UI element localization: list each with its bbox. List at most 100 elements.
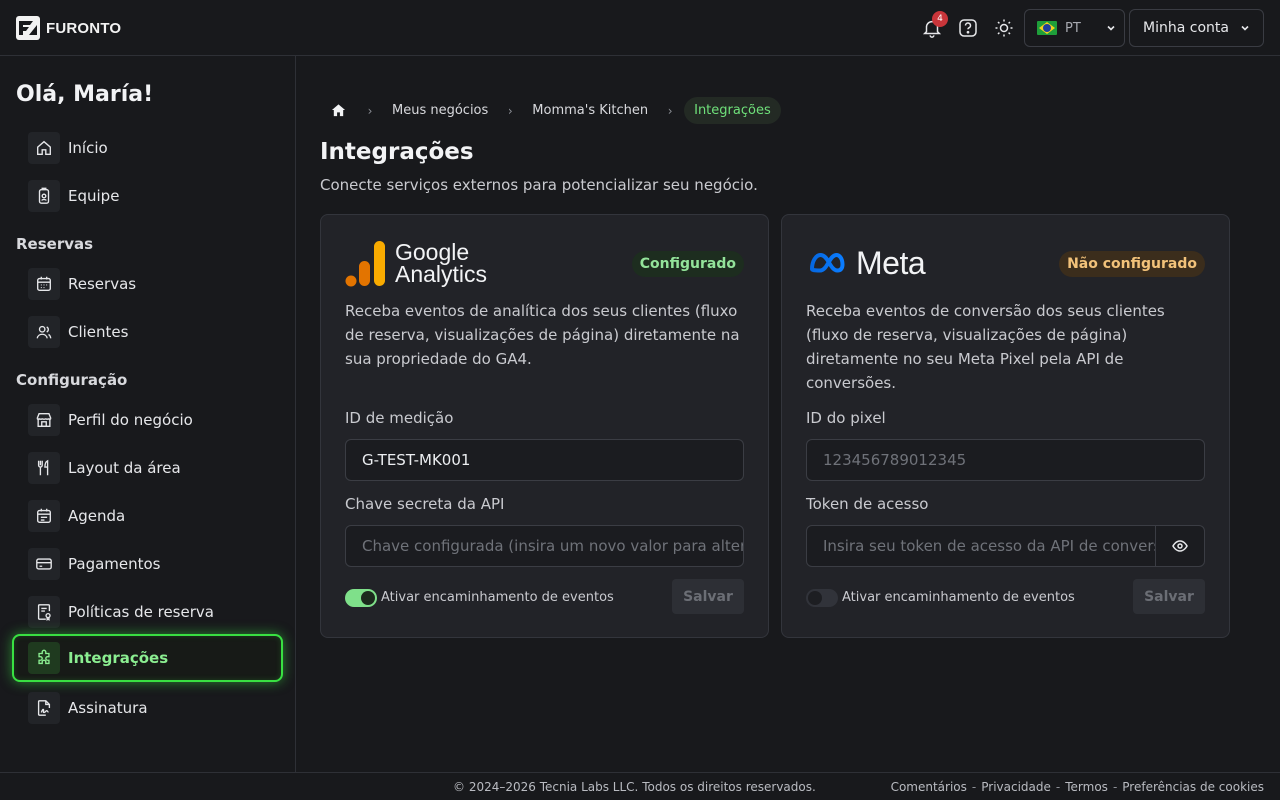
policy-icon	[28, 596, 60, 628]
sidebar-item-label: Início	[68, 139, 108, 157]
status-badge: Não configurado	[1059, 251, 1205, 277]
schedule-icon	[28, 500, 60, 532]
access-token-input[interactable]: Insira seu token de acesso da API de con…	[806, 525, 1156, 567]
sidebar-item-pagamentos[interactable]: Pagamentos	[12, 540, 283, 588]
meta-infinity-icon	[810, 253, 845, 273]
measurement-id-input[interactable]: G-TEST-MK001	[345, 439, 744, 481]
logo-mark-icon	[16, 16, 40, 40]
sidebar-item-label: Políticas de reserva	[68, 603, 214, 621]
google-analytics-card: Google Analytics Configurado Receba even…	[320, 214, 769, 638]
help-icon	[959, 19, 977, 37]
pixel-id-input[interactable]: 123456789012345	[806, 439, 1205, 481]
greeting: Olá, María!	[16, 82, 154, 107]
sidebar-item-clientes[interactable]: Clientes	[12, 308, 283, 356]
language-code: PT	[1065, 20, 1081, 36]
sidebar: Olá, María! Início Equipe Reservas Reser…	[0, 56, 296, 772]
sidebar-item-layout-da-area[interactable]: Layout da área	[12, 444, 283, 492]
utensils-icon	[28, 452, 60, 484]
chevron-down-icon	[1241, 25, 1249, 31]
top-bar: FURONTO 4 PT Minha conta	[0, 0, 1280, 56]
footer-separator: -	[971, 780, 977, 794]
event-forwarding-label: Ativar encaminhamento de eventos	[381, 590, 614, 605]
sidebar-item-reservas[interactable]: Reservas	[12, 260, 283, 308]
chevron-right-icon: ›	[667, 103, 673, 118]
puzzle-icon	[28, 642, 60, 674]
footer-link-privacidade[interactable]: Privacidade	[981, 780, 1051, 794]
brand-logo[interactable]: FURONTO	[16, 16, 121, 40]
breadcrumb-home[interactable]	[320, 96, 356, 125]
pixel-id-label: ID do pixel	[806, 409, 886, 427]
sidebar-item-label: Integrações	[68, 649, 169, 667]
show-token-button[interactable]	[1155, 525, 1205, 567]
sidebar-item-label: Assinatura	[68, 699, 148, 717]
store-icon	[28, 404, 60, 436]
api-secret-input[interactable]: Chave configurada (insira um novo valor …	[345, 525, 744, 567]
breadcrumb: › Meus negócios › Momma's Kitchen › Inte…	[320, 96, 781, 125]
meta-logo: Meta	[808, 244, 926, 281]
chevron-right-icon: ›	[367, 103, 373, 118]
chevron-right-icon: ›	[507, 103, 513, 118]
footer-link-comentarios[interactable]: Comentários	[891, 780, 967, 794]
help-button[interactable]	[956, 16, 980, 40]
calendar-icon	[28, 268, 60, 300]
sidebar-item-assinatura[interactable]: Assinatura	[12, 684, 283, 732]
account-label: Minha conta	[1143, 20, 1229, 36]
account-menu-button[interactable]: Minha conta	[1129, 9, 1264, 47]
event-forwarding-label: Ativar encaminhamento de eventos	[842, 590, 1075, 605]
eye-icon	[1172, 540, 1188, 552]
card-description: Receba eventos de conversão dos seus cli…	[806, 302, 1165, 392]
notification-count-badge: 4	[932, 11, 948, 27]
users-icon	[28, 316, 60, 348]
section-label-reservas: Reservas	[16, 235, 94, 253]
page-subtitle: Conecte serviços externos para potencial…	[320, 176, 758, 194]
chevron-down-icon	[1107, 25, 1115, 31]
google-analytics-logo-line2: Analytics	[395, 261, 488, 287]
copyright-text: © 2024–2026 Tecnia Labs LLC. Todos os di…	[453, 780, 816, 794]
access-token-label: Token de acesso	[806, 495, 929, 513]
sidebar-item-label: Layout da área	[68, 459, 181, 477]
measurement-id-label: ID de medição	[345, 409, 454, 427]
sidebar-item-label: Reservas	[68, 275, 137, 293]
footer-separator: -	[1055, 780, 1061, 794]
theme-toggle-button[interactable]	[992, 16, 1016, 40]
footer-links: Comentários - Privacidade - Termos - Pre…	[891, 780, 1264, 794]
sidebar-item-label: Perfil do negócio	[68, 411, 193, 429]
breadcrumb-item-business[interactable]: Momma's Kitchen	[524, 103, 656, 118]
google-analytics-logo: Google Analytics	[345, 239, 487, 287]
sidebar-item-label: Equipe	[68, 187, 120, 205]
sidebar-item-agenda[interactable]: Agenda	[12, 492, 283, 540]
save-button[interactable]: Salvar	[1133, 579, 1205, 614]
home-icon	[331, 104, 345, 117]
google-analytics-icon	[345, 241, 385, 287]
brazil-flag-icon	[1037, 21, 1057, 35]
sidebar-item-equipe[interactable]: Equipe	[12, 172, 283, 220]
footer-link-cookies[interactable]: Preferências de cookies	[1122, 780, 1264, 794]
breadcrumb-current: Integrações	[684, 97, 781, 124]
sun-icon	[995, 19, 1013, 37]
sidebar-item-inicio[interactable]: Início	[12, 124, 283, 172]
sidebar-item-politicas-de-reserva[interactable]: Políticas de reserva	[12, 588, 283, 636]
home-icon	[28, 132, 60, 164]
sidebar-item-label: Clientes	[68, 323, 129, 341]
meta-card: Meta Não configurado Receba eventos de c…	[781, 214, 1230, 638]
page-title: Integrações	[320, 139, 474, 165]
save-button[interactable]: Salvar	[672, 579, 744, 614]
meta-logo-text: Meta	[856, 244, 926, 281]
section-label-configuracao: Configuração	[16, 371, 128, 389]
status-badge: Configurado	[631, 251, 744, 277]
event-forwarding-toggle[interactable]	[345, 589, 377, 607]
footer: © 2024–2026 Tecnia Labs LLC. Todos os di…	[0, 772, 1280, 800]
signature-icon	[28, 692, 60, 724]
sidebar-item-perfil-do-negocio[interactable]: Perfil do negócio	[12, 396, 283, 444]
event-forwarding-toggle[interactable]	[806, 589, 838, 607]
sidebar-item-label: Pagamentos	[68, 555, 161, 573]
card-icon	[28, 548, 60, 580]
breadcrumb-item-meus-negocios[interactable]: Meus negócios	[384, 103, 496, 118]
google-analytics-logo-line1: Google	[395, 239, 470, 265]
sidebar-item-integracoes[interactable]: Integrações	[12, 634, 283, 682]
footer-link-termos[interactable]: Termos	[1065, 780, 1108, 794]
language-select[interactable]: PT	[1024, 9, 1125, 47]
card-description: Receba eventos de analítica dos seus cli…	[345, 302, 740, 368]
sidebar-item-label: Agenda	[68, 507, 126, 525]
api-secret-label: Chave secreta da API	[345, 495, 505, 513]
